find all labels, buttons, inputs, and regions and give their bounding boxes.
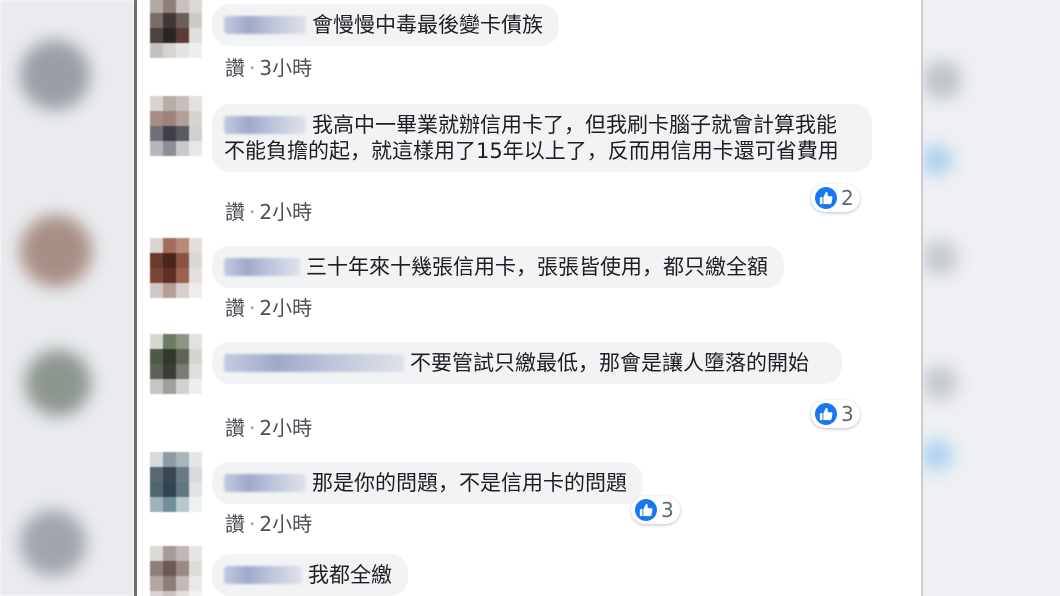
comment-meta: 讚 · 2小時 [225, 196, 312, 225]
avatar[interactable] [150, 0, 202, 58]
like-link[interactable]: 讚 [225, 200, 245, 224]
comment-meta: 讚 · 2小時 [225, 508, 312, 537]
like-link[interactable]: 讚 [225, 296, 245, 320]
comment-text: 三十年來十幾張信用卡，張張皆使用，都只繳全額 [306, 255, 768, 279]
timestamp[interactable]: 2小時 [259, 512, 312, 536]
author-name-blurred[interactable] [224, 354, 404, 372]
thumbs-up-icon [815, 403, 837, 425]
comment-bubble: 會慢慢中毒最後變卡債族 [212, 4, 559, 46]
comment-bubble: 三十年來十幾張信用卡，張張皆使用，都只繳全額 [212, 246, 784, 288]
author-name-blurred[interactable] [224, 116, 306, 134]
avatar[interactable] [150, 452, 202, 512]
timestamp[interactable]: 2小時 [259, 200, 312, 224]
avatar[interactable] [150, 238, 202, 298]
avatar[interactable] [150, 546, 202, 596]
avatar[interactable] [150, 96, 202, 156]
comment-text: 那是你的問題，不是信用卡的問題 [312, 471, 627, 495]
blurred-background-right [922, 0, 1060, 596]
author-name-blurred[interactable] [224, 258, 300, 276]
thumbs-up-icon [815, 187, 837, 209]
meta-separator: · [249, 296, 256, 320]
reaction-count[interactable]: 2 [811, 184, 860, 212]
reaction-number: 2 [841, 186, 854, 210]
avatar[interactable] [150, 334, 202, 394]
like-link[interactable]: 讚 [225, 416, 245, 440]
comment-bubble: 我高中一畢業就辦信用卡了，但我刷卡腦子就會計算我能不能負擔的起，就這樣用了15年… [212, 104, 872, 172]
like-link[interactable]: 讚 [225, 512, 245, 536]
meta-separator: · [249, 416, 256, 440]
comment-bubble: 那是你的問題，不是信用卡的問題 [212, 462, 643, 504]
comment-text: 不要管試只繳最低，那會是讓人墮落的開始 [410, 351, 809, 375]
author-name-blurred[interactable] [224, 474, 306, 492]
meta-separator: · [249, 512, 256, 536]
reaction-count[interactable]: 3 [811, 400, 860, 428]
comment-meta: 讚 · 3小時 [225, 52, 312, 81]
blurred-background-left [0, 0, 134, 596]
author-name-blurred[interactable] [224, 566, 302, 584]
comment-bubble: 不要管試只繳最低，那會是讓人墮落的開始 [212, 342, 842, 384]
meta-separator: · [249, 56, 256, 80]
like-link[interactable]: 讚 [225, 56, 245, 80]
comment-list: 會慢慢中毒最後變卡債族 讚 · 3小時 我高中一畢業就辦信用卡了，但我刷卡腦子就會計… [137, 0, 921, 596]
comment-text: 會慢慢中毒最後變卡債族 [312, 13, 543, 37]
reaction-number: 3 [841, 402, 854, 426]
meta-separator: · [249, 200, 256, 224]
timestamp[interactable]: 2小時 [259, 296, 312, 320]
comment-meta: 讚 · 2小時 [225, 412, 312, 441]
reaction-count[interactable]: 3 [631, 496, 680, 524]
reaction-number: 3 [661, 498, 674, 522]
comment-text: 我都全繳 [308, 563, 392, 587]
comment-bubble: 我都全繳 [212, 554, 408, 596]
timestamp[interactable]: 3小時 [259, 56, 312, 80]
comment-meta: 讚 · 2小時 [225, 292, 312, 321]
timestamp[interactable]: 2小時 [259, 416, 312, 440]
panel-border-right [921, 0, 923, 596]
comment-text: 我高中一畢業就辦信用卡了，但我刷卡腦子就會計算我能不能負擔的起，就這樣用了15年… [224, 113, 839, 163]
thumbs-up-icon [635, 499, 657, 521]
author-name-blurred[interactable] [224, 16, 306, 34]
